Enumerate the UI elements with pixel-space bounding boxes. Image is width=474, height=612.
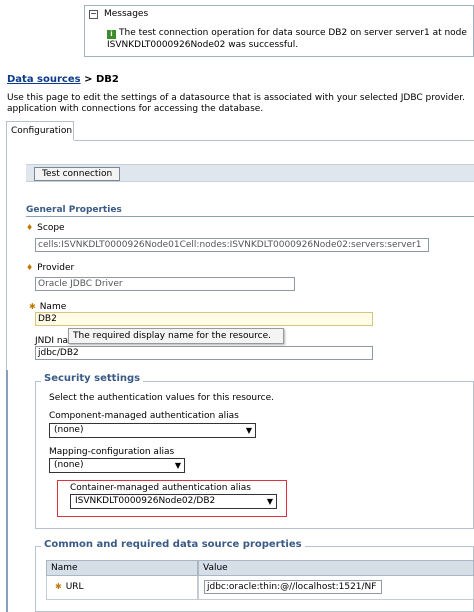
page-description-line-2: application with connections for accessi…	[7, 104, 264, 114]
message-line-2: ISVNKDLT0000926Node02 was successful.	[107, 40, 299, 50]
breadcrumb-current: DB2	[95, 74, 119, 85]
container-alias-value: ISVNKDLT0000926Node02/DB2	[75, 496, 216, 506]
table-cell-name: ✱ URL	[46, 576, 198, 600]
scope-label: ♦ Scope	[26, 223, 65, 233]
table-header-value: Value	[198, 560, 474, 576]
security-settings-title: Security settings	[41, 373, 144, 384]
url-label: ✱ URL	[55, 582, 84, 592]
security-instructions: Select the authentication values for thi…	[49, 393, 274, 403]
mapping-alias-value: (none)	[54, 460, 84, 470]
dropdown-arrow-icon: ▼	[174, 461, 181, 470]
provider-field: Oracle JDBC Driver	[35, 277, 295, 291]
message-line-1: i The test connection operation for data …	[107, 28, 467, 39]
jndi-label: JNDI na	[35, 336, 69, 346]
breadcrumb-separator: >	[84, 74, 93, 85]
dropdown-arrow-icon: ▼	[266, 497, 273, 506]
breadcrumb-link-data-sources[interactable]: Data sources	[7, 74, 81, 85]
name-label: ✱ Name	[29, 302, 66, 312]
table-header-name: Name	[46, 560, 198, 576]
section-indicator	[6, 370, 8, 612]
test-connection-button[interactable]: Test connection	[34, 167, 121, 181]
table-cell-value: jdbc:oracle:thin:@//localhost:1521/NF	[198, 576, 474, 600]
page-description-line-1: Use this page to edit the settings of a …	[7, 93, 466, 103]
url-label-text: URL	[65, 582, 84, 592]
required-marker-icon: ♦	[26, 223, 34, 232]
component-alias-select[interactable]: (none) ▼	[49, 423, 256, 438]
collapse-icon[interactable]: −	[89, 9, 98, 19]
breadcrumb: Data sources > DB2	[7, 74, 119, 85]
container-alias-select[interactable]: ISVNKDLT0000926Node02/DB2 ▼	[70, 494, 277, 509]
name-input[interactable]: DB2	[35, 312, 373, 326]
required-marker-icon: ✱	[55, 582, 62, 591]
general-properties-title: General Properties	[26, 205, 122, 215]
common-properties-title: Common and required data source properti…	[41, 539, 305, 550]
messages-title: Messages	[104, 9, 149, 19]
tab-configuration[interactable]: Configuration	[6, 121, 74, 140]
tab-divider	[74, 140, 474, 141]
provider-label-text: Provider	[37, 263, 75, 273]
component-alias-value: (none)	[54, 425, 84, 435]
messages-panel: − Messages i The test connection operatio…	[84, 5, 474, 57]
mapping-alias-select[interactable]: (none) ▼	[49, 458, 185, 473]
required-marker-icon: ✱	[29, 302, 36, 311]
name-label-text: Name	[39, 302, 67, 312]
button-bar: Test connection	[26, 164, 474, 182]
jndi-input[interactable]: jdbc/DB2	[35, 346, 373, 360]
name-tooltip: The required display name for the resour…	[68, 328, 284, 344]
scope-label-text: Scope	[37, 223, 65, 233]
provider-label: ♦ Provider	[26, 263, 74, 273]
required-marker-icon: ♦	[26, 263, 34, 272]
section-divider	[26, 216, 474, 217]
info-icon: i	[107, 30, 116, 39]
container-alias-label: Container-managed authentication alias	[70, 483, 251, 493]
scope-field: cells:ISVNKDLT0000926Node01Cell:nodes:IS…	[35, 238, 429, 252]
url-input[interactable]: jdbc:oracle:thin:@//localhost:1521/NF	[204, 580, 382, 594]
dropdown-arrow-icon: ▼	[245, 426, 252, 435]
messages-header: − Messages	[89, 9, 148, 19]
component-alias-label: Component-managed authentication alias	[49, 411, 239, 421]
mapping-alias-label: Mapping-configuration alias	[49, 447, 175, 457]
message-text-1: The test connection operation for data s…	[119, 28, 467, 38]
